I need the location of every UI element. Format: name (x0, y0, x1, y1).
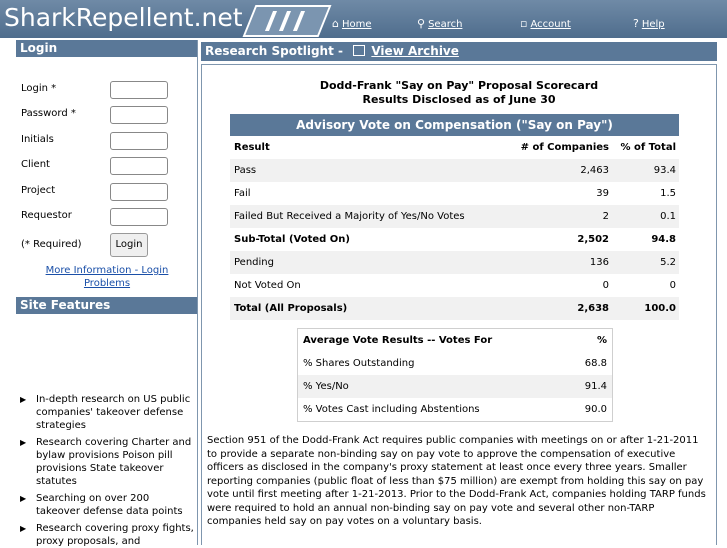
value-cell: 68.8 (584, 358, 607, 369)
project-label: Project (21, 185, 56, 196)
table-row: Pass 2,463 93.4 (230, 159, 679, 182)
percent-cell: 5.2 (660, 257, 676, 268)
site-features-title: Site Features (16, 297, 197, 314)
project-field[interactable] (110, 183, 168, 201)
table-row: % Votes Cast including Abstentions 90.0 (298, 398, 612, 421)
bullet-icon: ▶ (20, 524, 27, 533)
more-information-link[interactable]: More Information - Login Problems (22, 264, 192, 290)
spotlight-title: Research Spotlight - (205, 44, 343, 58)
client-field[interactable] (110, 157, 168, 175)
nav-help-link[interactable]: ? Help (633, 17, 665, 30)
nav-home-link[interactable]: ⌂ Home (332, 17, 372, 30)
percent-cell: 0.1 (660, 211, 676, 222)
spotlight-content: Dodd-Frank "Say on Pay" Proposal Scoreca… (201, 64, 717, 545)
table-row: Total (All Proposals) 2,638 100.0 (230, 297, 679, 320)
metric-cell: % Shares Outstanding (303, 358, 415, 369)
home-icon: ⌂ (332, 17, 339, 30)
result-cell: Total (All Proposals) (234, 303, 348, 314)
result-cell: Pass (234, 165, 257, 176)
value-cell: 90.0 (584, 404, 607, 415)
percent-cell: 1.5 (660, 188, 676, 199)
password-label: Password * (21, 108, 76, 119)
login-button[interactable]: Login (110, 233, 148, 257)
table-row: Pending 136 5.2 (230, 251, 679, 274)
count-cell: 0 (602, 280, 609, 291)
required-note: (* Required) (21, 239, 82, 250)
feature-item: ▶ Research covering proxy fights, proxy … (20, 523, 194, 547)
requestor-label: Requestor (21, 210, 72, 221)
feature-item: ▶ In-depth research on US public compani… (20, 394, 191, 431)
site-header: SharkRepellent.net ⌂ Home ⚲ Search ▫ Accoun… (0, 0, 727, 38)
login-field[interactable] (110, 81, 168, 99)
site-logo[interactable]: SharkRepellent.net (4, 3, 243, 32)
table-row: Sub-Total (Voted On) 2,502 94.8 (230, 228, 679, 251)
metric-cell: % Votes Cast including Abstentions (303, 404, 480, 415)
scorecard-heading: Dodd-Frank "Say on Pay" Proposal Scoreca… (319, 79, 599, 106)
advisory-vote-table: Advisory Vote on Compensation ("Say on P… (230, 114, 679, 320)
percent-cell: 100.0 (644, 303, 676, 314)
percent-cell: 94.8 (651, 234, 676, 245)
advisory-table-title: Advisory Vote on Compensation ("Say on P… (230, 114, 679, 136)
login-section-title: Login (16, 40, 197, 57)
percent-cell: 0 (669, 280, 676, 291)
bullet-icon: ▶ (20, 438, 27, 447)
table-row: % Yes/No 91.4 (298, 375, 612, 398)
logo-stripes-graphic (242, 5, 332, 37)
initials-field[interactable] (110, 132, 168, 150)
help-icon: ? (633, 17, 639, 30)
table-row: Failed But Received a Majority of Yes/No… (230, 205, 679, 228)
percent-cell: 93.4 (653, 165, 676, 176)
initials-label: Initials (21, 134, 54, 145)
search-icon: ⚲ (417, 17, 426, 30)
count-cell: 39 (596, 188, 609, 199)
count-cell: 2,638 (577, 303, 609, 314)
nav-search-link[interactable]: ⚲ Search (417, 17, 462, 30)
password-field[interactable] (110, 106, 168, 124)
result-cell: Pending (234, 257, 274, 268)
say-on-pay-description: Section 951 of the Dodd-Frank Act requir… (207, 435, 706, 527)
table-header-row: Result # of Companies % of Total (234, 142, 676, 153)
feature-item: ▶ Searching on over 200 takeover defense… (20, 493, 183, 517)
view-archive-link[interactable]: View Archive (371, 44, 459, 58)
feature-item: ▶ Research covering Charter and bylaw pr… (20, 437, 192, 487)
bullet-icon: ▶ (20, 494, 27, 503)
requestor-field[interactable] (110, 208, 168, 226)
archive-icon (353, 45, 366, 56)
lock-icon: ▫ (520, 17, 528, 30)
average-vote-table: Average Vote Results -- Votes For % % Sh… (297, 328, 613, 422)
count-cell: 2,502 (577, 234, 609, 245)
login-label: Login * (21, 83, 57, 94)
count-cell: 2 (602, 211, 609, 222)
result-cell: Failed But Received a Majority of Yes/No… (234, 211, 465, 222)
metric-cell: % Yes/No (303, 381, 349, 392)
count-cell: 136 (589, 257, 609, 268)
table-row: Fail 39 1.5 (230, 182, 679, 205)
table-row: % Shares Outstanding 68.8 (298, 352, 612, 375)
research-spotlight-bar: Research Spotlight - View Archive (201, 42, 717, 61)
table-row: Not Voted On 0 0 (230, 274, 679, 297)
client-label: Client (21, 159, 50, 170)
result-cell: Sub-Total (Voted On) (234, 234, 350, 245)
count-cell: 2,463 (580, 165, 609, 176)
result-cell: Not Voted On (234, 280, 301, 291)
table-header-row: Average Vote Results -- Votes For % (303, 335, 607, 346)
nav-account-link[interactable]: ▫ Account (520, 17, 571, 30)
result-cell: Fail (234, 188, 251, 199)
left-sidebar: Login Login * Password * Initials Client… (16, 40, 198, 547)
bullet-icon: ▶ (20, 395, 27, 404)
value-cell: 91.4 (584, 381, 607, 392)
